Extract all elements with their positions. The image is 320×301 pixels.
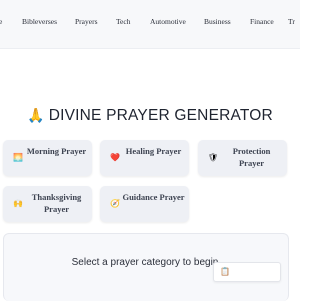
clipboard-icon: 📋 [220, 267, 230, 276]
compass-icon: 🧭 [110, 199, 120, 208]
category-card-morning[interactable]: 🌅 Morning Prayer [3, 140, 92, 176]
category-label: Thanksgiving Prayer [31, 192, 82, 214]
shield-icon: 🛡 [208, 153, 219, 162]
nav-item-truncated[interactable]: Tr [288, 17, 295, 26]
category-card-thanksgiving[interactable]: 🙌 Thanksgiving Prayer [3, 186, 92, 222]
page-title: 🙏 DIVINE PRAYER GENERATOR [0, 107, 300, 125]
nav-item-prayers[interactable]: Prayers [75, 17, 98, 26]
heart-icon: ❤️ [110, 153, 120, 162]
praying-hands-icon: 🙏 [27, 107, 45, 123]
category-card-healing[interactable]: ❤️ Healing Prayer [100, 140, 189, 176]
page-title-text: DIVINE PRAYER GENERATOR [48, 107, 273, 124]
category-label: Morning Prayer [26, 146, 87, 156]
copy-button[interactable]: 📋 [213, 262, 281, 282]
nav-item-business[interactable]: Business [204, 17, 231, 26]
nav-item-home[interactable]: e [0, 17, 2, 26]
raised-hands-icon: 🙌 [13, 199, 23, 208]
nav-item-finance[interactable]: Finance [250, 17, 274, 26]
category-card-protection[interactable]: 🛡 Protection Prayer [198, 140, 287, 176]
nav-item-bibleverses[interactable]: Bibleverses [22, 17, 57, 26]
nav-item-automotive[interactable]: Automotive [150, 17, 186, 26]
category-label: Protection Prayer [232, 146, 271, 168]
nav-item-tech[interactable]: Tech [116, 17, 130, 26]
top-nav: e Bibleverses Prayers Tech Automotive Bu… [0, 0, 300, 49]
category-card-guidance[interactable]: 🧭 Guidance Prayer [100, 186, 189, 222]
category-label: Guidance Prayer [122, 192, 185, 202]
category-label: Healing Prayer [125, 146, 182, 156]
sunrise-icon: 🌅 [13, 153, 23, 162]
